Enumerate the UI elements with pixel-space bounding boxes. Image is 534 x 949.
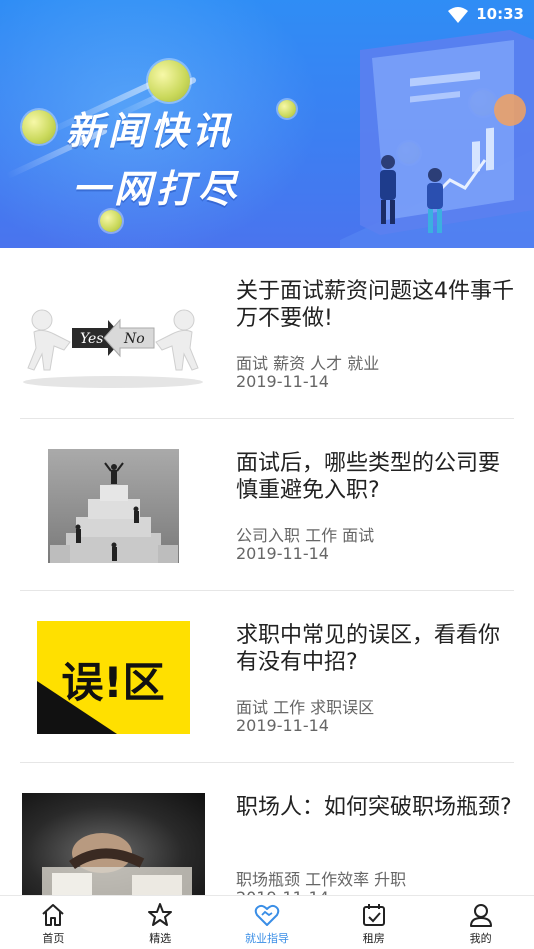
nav-label: 我的 [469,932,492,945]
article-date: 2019-11-14 [236,716,329,735]
article-thumbnail: 误!区 [37,621,190,734]
no-label: No [123,331,145,347]
nav-item-home[interactable]: 首页 [0,896,107,949]
nav-item-featured[interactable]: 精选 [107,896,214,949]
nav-label: 租房 [362,932,385,945]
news-banner[interactable]: 10:33 新闻快讯 一网打尽 [0,0,534,248]
article-title: 职场人：如何突破职场瓶颈? [236,795,512,820]
banner-subheadline: 一网打尽 [72,167,241,211]
article-title: 关于面试薪资问题这4件事千万不要做! [236,279,514,331]
banner-headline: 新闻快讯 [66,109,235,153]
wifi-icon [448,7,468,23]
coin-icon [22,110,56,144]
nav-item-mine[interactable]: 我的 [427,896,534,949]
dashboard-illustration [340,30,534,248]
nav-item-career-guidance[interactable]: 就业指导 [214,896,321,949]
article-thumbnail [48,449,179,563]
business-steps-image [50,462,178,563]
article-item[interactable]: 面试后，哪些类型的公司要慎重避免入职? 公司入职 工作 面试 2019-11-1… [20,420,514,591]
article-tags: 面试 薪资 人才 就业 [236,354,380,373]
article-tags: 面试 工作 求职误区 [236,698,375,717]
article-thumbnail [22,793,205,903]
article-item[interactable]: 误!区 求职中常见的误区，看看你有没有中招? 面试 工作 求职误区 2019-1… [20,592,514,763]
article-item[interactable]: Yes No 关于面试薪资问题这4件事千万不要做! 面试 薪资 人才 就业 20… [20,248,514,419]
bottom-navigation: 首页 精选 就业指导 租房 我的 [0,895,534,949]
article-title: 求职中常见的误区，看看你有没有中招? [236,623,501,675]
article-date: 2019-11-14 [236,544,329,563]
home-icon [42,904,65,926]
user-icon [469,904,492,927]
wuqu-sign-image: 误!区 [37,658,165,734]
coin-icon [148,60,190,102]
yes-no-figures-image: Yes No [23,309,203,388]
calendar-check-icon [362,904,385,926]
app-screen: 10:33 新闻快讯 一网打尽 Yes No 关于面试薪资问题这4件事千万不要做… [0,0,534,949]
coin-icon [278,100,296,118]
article-tags: 公司入职 工作 面试 [236,526,375,545]
nav-label: 首页 [42,932,65,945]
nav-item-rental[interactable]: 租房 [320,896,427,949]
coin-icon [100,210,122,232]
article-thumbnail: Yes No [20,298,206,390]
status-bar: 10:33 [0,0,534,30]
article-title: 面试后，哪些类型的公司要慎重避免入职? [236,451,501,503]
tired-worker-image [42,833,192,903]
handshake-heart-icon [254,904,280,926]
star-icon [148,903,173,926]
article-date: 2019-11-14 [236,372,329,391]
nav-label: 就业指导 [244,932,289,945]
wuqu-text: 误!区 [61,658,164,707]
yes-label: Yes [80,331,104,347]
nav-label: 精选 [149,932,172,945]
article-tags: 职场瓶颈 工作效率 升职 [236,870,407,889]
status-time: 10:33 [476,5,524,23]
